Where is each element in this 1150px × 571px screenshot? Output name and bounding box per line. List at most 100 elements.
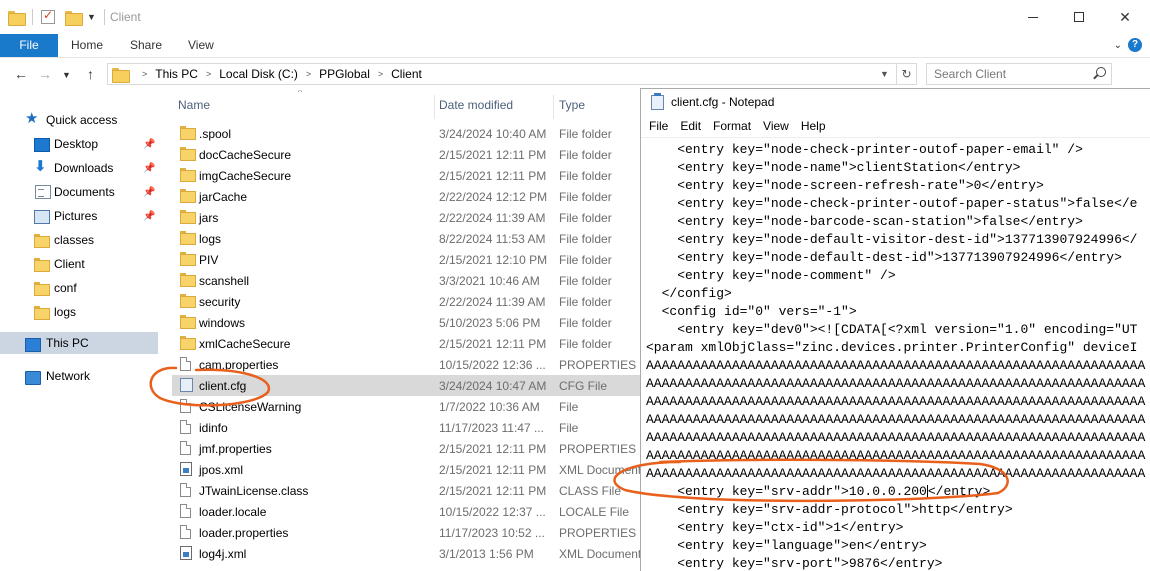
column-header-name[interactable]: Name (178, 90, 210, 120)
nav-item-conf[interactable]: conf (0, 277, 158, 299)
search-input[interactable]: Search Client (926, 63, 1112, 85)
nav-item-network[interactable]: Network (0, 365, 158, 387)
chevron-right-icon[interactable]: > (142, 69, 147, 79)
chevron-right-icon[interactable]: > (206, 69, 211, 79)
file-icon (180, 420, 191, 434)
properties-icon[interactable] (41, 8, 55, 24)
nav-item-pictures[interactable]: Pictures 📌 (0, 205, 158, 227)
file-row[interactable]: imgCacheSecure 2/15/2021 12:11 PM File fol… (172, 165, 640, 186)
file-row[interactable]: security 2/22/2024 11:39 AM File folder (172, 291, 640, 312)
recent-locations-icon[interactable]: ▼ (62, 70, 71, 80)
tab-file[interactable]: File (0, 34, 58, 57)
menu-view[interactable]: View (755, 117, 789, 137)
quick-access-toolbar: ▼ (8, 8, 109, 26)
file-row[interactable]: CSLicenseWarning 1/7/2022 10:36 AM File (172, 396, 640, 417)
nav-item-logs[interactable]: logs (0, 301, 158, 323)
text-line: <entry key="node-default-dest-id">137713… (646, 250, 1122, 265)
file-row[interactable]: jarCache 2/22/2024 12:12 PM File folder (172, 186, 640, 207)
help-icon[interactable]: ? (1128, 38, 1142, 52)
file-row[interactable]: loader.locale 10/15/2022 12:37 ... LOCALE … (172, 501, 640, 522)
file-row[interactable]: loader.properties 11/17/2023 10:52 ... PRO… (172, 522, 640, 543)
text-line: AAAAAAAAAAAAAAAAAAAAAAAAAAAAAAAAAAAAAAAA… (646, 376, 1146, 391)
tab-share[interactable]: Share (130, 34, 162, 57)
nav-item-desktop[interactable]: Desktop 📌 (0, 133, 158, 155)
address-bar[interactable]: > This PC > Local Disk (C:) > PPGlobal >… (107, 63, 897, 85)
nav-item-downloads[interactable]: ⬇ Downloads 📌 (0, 157, 158, 179)
breadcrumb-ppglobal[interactable]: PPGlobal (319, 67, 370, 81)
file-name: logs (199, 232, 222, 246)
breadcrumb-client[interactable]: Client (391, 67, 422, 81)
navigation-pane: ★ Quick access Desktop 📌 ⬇ Downloads 📌 D… (0, 90, 158, 571)
nav-item-client[interactable]: Client (0, 253, 158, 275)
breadcrumb-local-disk[interactable]: Local Disk (C:) (219, 67, 298, 81)
expand-ribbon-icon[interactable]: ⌄ (1114, 40, 1122, 51)
customize-toolbar-icon[interactable]: ▼ (87, 12, 96, 22)
file-row[interactable]: jmf.properties 2/15/2021 12:11 PM PROPERTI… (172, 438, 640, 459)
chevron-right-icon[interactable]: > (306, 69, 311, 79)
chevron-right-icon[interactable]: > (378, 69, 383, 79)
menu-edit[interactable]: Edit (672, 117, 701, 137)
maximize-button[interactable] (1056, 0, 1102, 34)
file-name: jmf.properties (199, 442, 272, 456)
maximize-icon (1074, 12, 1084, 22)
file-row[interactable]: idinfo 11/17/2023 11:47 ... File (172, 417, 640, 438)
file-row[interactable]: JTwainLicense.class 2/15/2021 12:11 PM CLA… (172, 480, 640, 501)
text-line: <entry key="srv-addr">10.0.0.200</entry> (646, 484, 991, 499)
file-type: PROPERTIES File (559, 442, 640, 456)
file-row[interactable]: scanshell 3/3/2021 10:46 AM File folder (172, 270, 640, 291)
file-row[interactable]: jars 2/22/2024 11:39 AM File folder (172, 207, 640, 228)
pin-icon[interactable]: 📌 (143, 211, 155, 222)
nav-item-this-pc[interactable]: This PC (0, 332, 158, 354)
menu-help[interactable]: Help (793, 117, 826, 137)
nav-item-classes[interactable]: classes (0, 229, 158, 251)
column-divider[interactable] (553, 95, 554, 119)
notepad-title-bar: client.cfg - Notepad (641, 89, 1150, 116)
file-row[interactable]: PIV 2/15/2021 12:10 PM File folder (172, 249, 640, 270)
file-row[interactable]: log4j.xml 3/1/2013 1:56 PM XML Document (172, 543, 640, 564)
address-dropdown-icon[interactable]: ▼ (880, 69, 889, 79)
column-divider[interactable] (434, 95, 435, 119)
file-name: log4j.xml (199, 547, 247, 561)
file-date: 5/10/2023 5:06 PM (439, 316, 541, 330)
file-name: JTwainLicense.class (199, 484, 309, 498)
file-type: File folder (559, 211, 612, 225)
file-row[interactable]: .spool 3/24/2024 10:40 AM File folder (172, 123, 640, 144)
file-row[interactable]: docCacheSecure 2/15/2021 12:11 PM File fol… (172, 144, 640, 165)
nav-label: Client (54, 257, 85, 271)
breadcrumb-this-pc[interactable]: This PC (155, 67, 198, 81)
back-arrow-icon[interactable]: ← (14, 66, 28, 82)
file-name: windows (199, 316, 246, 330)
text-line: <entry key="node-check-printer-outof-pap… (646, 196, 1138, 211)
forward-arrow-icon[interactable]: → (38, 66, 52, 82)
menu-format[interactable]: Format (705, 117, 751, 137)
file-type: XML Document (559, 547, 640, 561)
pictures-icon (34, 210, 50, 224)
pin-icon[interactable]: 📌 (143, 187, 155, 198)
nav-item-quick-access[interactable]: ★ Quick access (0, 109, 158, 131)
minimize-button[interactable] (1010, 0, 1056, 34)
pin-icon[interactable]: 📌 (143, 139, 155, 150)
file-row[interactable]: windows 5/10/2023 5:06 PM File folder (172, 312, 640, 333)
file-row[interactable]: jpos.xml 2/15/2021 12:11 PM XML Document (172, 459, 640, 480)
nav-item-documents[interactable]: Documents 📌 (0, 181, 158, 203)
minimize-icon (1028, 16, 1038, 18)
file-row[interactable]: client.cfg 3/24/2024 10:47 AM CFG File (172, 375, 640, 396)
file-icon (180, 399, 191, 413)
notepad-text-area[interactable]: <entry key="node-check-printer-outof-pap… (641, 137, 1150, 571)
file-row[interactable]: cam.properties 10/15/2022 12:36 ... PROPER… (172, 354, 640, 375)
file-row[interactable]: xmlCacheSecure 2/15/2021 12:11 PM File fol… (172, 333, 640, 354)
pin-icon[interactable]: 📌 (143, 163, 155, 174)
text-line: AAAAAAAAAAAAAAAAAAAAAAAAAAAAAAAAAAAAAAAA… (646, 448, 1146, 463)
close-button[interactable]: ✕ (1102, 0, 1148, 34)
tab-view[interactable]: View (188, 34, 214, 57)
up-arrow-icon[interactable]: ↑ (87, 66, 94, 82)
file-date: 10/15/2022 12:37 ... (439, 505, 546, 519)
menu-file[interactable]: File (641, 117, 668, 137)
refresh-icon[interactable]: ↻ (897, 63, 917, 85)
file-row[interactable]: logs 8/22/2024 11:53 AM File folder (172, 228, 640, 249)
column-header-date[interactable]: Date modified (439, 90, 513, 120)
toolbar-divider (103, 9, 105, 25)
column-header-type[interactable]: Type (559, 90, 585, 120)
tab-home[interactable]: Home (71, 34, 103, 57)
new-folder-icon[interactable] (65, 10, 83, 26)
